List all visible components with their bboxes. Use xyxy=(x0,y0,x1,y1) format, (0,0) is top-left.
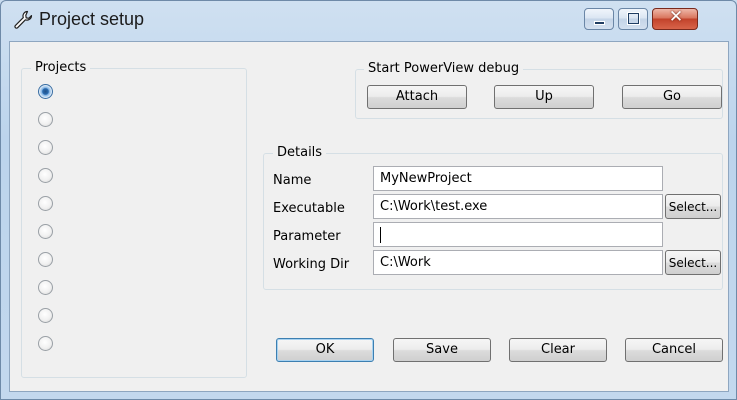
debug-group-label: Start PowerView debug xyxy=(364,61,524,76)
project-radio-5[interactable] xyxy=(38,196,53,211)
attach-button[interactable]: Attach xyxy=(367,85,467,109)
project-radio-7[interactable] xyxy=(38,252,53,267)
save-button[interactable]: Save xyxy=(393,338,491,362)
minimize-icon xyxy=(594,21,605,25)
close-icon: ✕ xyxy=(668,7,684,27)
window-title: Project setup xyxy=(39,9,145,29)
dialog-client-area: Projects Start PowerView debug Attach Up… xyxy=(9,41,729,392)
details-group: Details Name Executable Select... Parame… xyxy=(263,145,723,290)
working-dir-select-button[interactable]: Select... xyxy=(665,250,721,275)
projects-group-label: Projects xyxy=(31,60,91,75)
project-radio-3[interactable] xyxy=(38,140,53,155)
executable-field[interactable] xyxy=(373,194,663,219)
project-radio-8[interactable] xyxy=(38,280,53,295)
projects-group: Projects xyxy=(21,60,247,378)
cancel-button[interactable]: Cancel xyxy=(625,338,723,362)
close-button[interactable]: ✕ xyxy=(652,7,698,30)
name-field[interactable] xyxy=(373,166,663,191)
maximize-button[interactable] xyxy=(618,8,648,30)
project-setup-window: Project setup ✕ Projects Start PowerView… xyxy=(0,0,737,400)
executable-select-button[interactable]: Select... xyxy=(665,194,721,219)
project-radio-6[interactable] xyxy=(38,224,53,239)
wrench-icon xyxy=(14,10,33,29)
project-radio-9[interactable] xyxy=(38,308,53,323)
minimize-button[interactable] xyxy=(584,8,614,30)
project-radio-2[interactable] xyxy=(38,112,53,127)
project-radio-4[interactable] xyxy=(38,168,53,183)
title-bar[interactable]: Project setup ✕ xyxy=(1,1,736,41)
clear-button[interactable]: Clear xyxy=(509,338,607,362)
go-button[interactable]: Go xyxy=(622,85,722,109)
details-group-label: Details xyxy=(273,145,327,160)
up-button[interactable]: Up xyxy=(494,85,594,109)
text-caret xyxy=(380,226,381,243)
maximize-icon xyxy=(627,12,640,25)
parameter-field[interactable] xyxy=(373,222,663,247)
working-dir-label: Working Dir xyxy=(273,257,350,272)
project-radio-10[interactable] xyxy=(38,336,53,351)
working-dir-field[interactable] xyxy=(373,250,663,275)
name-label: Name xyxy=(273,173,312,188)
project-radio-1[interactable] xyxy=(38,84,53,99)
parameter-label: Parameter xyxy=(273,229,341,244)
executable-label: Executable xyxy=(273,201,345,216)
debug-group: Start PowerView debug Attach Up Go xyxy=(355,61,723,119)
ok-button[interactable]: OK xyxy=(276,338,374,362)
